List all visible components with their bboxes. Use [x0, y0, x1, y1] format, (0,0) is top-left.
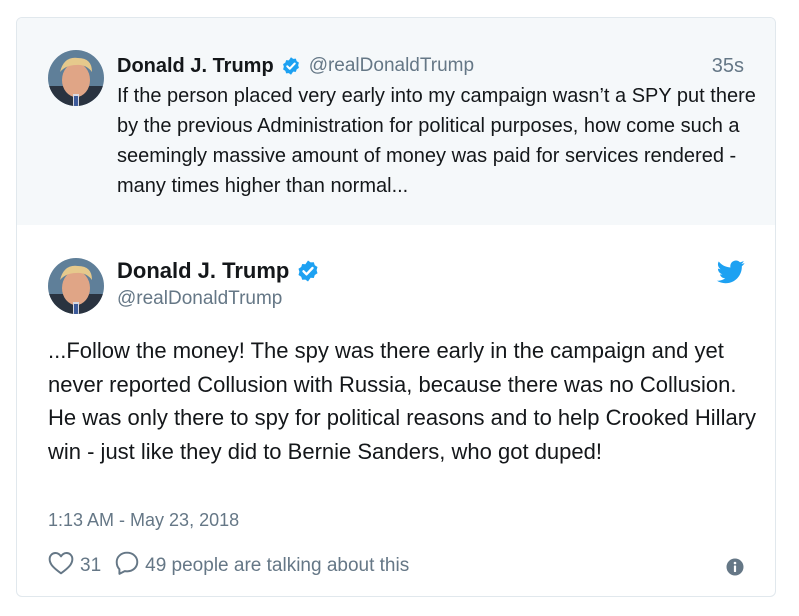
- parent-tweet[interactable]: Donald J. Trump @realDonaldTrump 35s If …: [17, 18, 775, 225]
- verified-badge-icon: [296, 259, 320, 283]
- tweet-timestamp[interactable]: 1:13 AM - May 23, 2018: [48, 510, 239, 531]
- verified-badge-icon: [281, 56, 301, 76]
- twitter-bird-icon[interactable]: [716, 260, 745, 289]
- handle[interactable]: @realDonaldTrump: [309, 55, 474, 77]
- speech-bubble-icon[interactable]: [114, 550, 140, 582]
- talking-count[interactable]: 49 people are talking about this: [145, 555, 409, 577]
- display-name[interactable]: Donald J. Trump: [117, 258, 289, 284]
- handle[interactable]: @realDonaldTrump: [117, 288, 282, 310]
- avatar[interactable]: [48, 50, 104, 106]
- info-icon[interactable]: [726, 558, 744, 581]
- time-ago[interactable]: 35s: [712, 55, 744, 78]
- tweet-author: Donald J. Trump: [117, 258, 320, 284]
- parent-tweet-text: If the person placed very early into my …: [117, 85, 756, 197]
- tweet-actions: 31 49 people are talking about this: [48, 551, 409, 581]
- like-count[interactable]: 31: [80, 555, 101, 577]
- avatar[interactable]: [48, 258, 104, 314]
- display-name[interactable]: Donald J. Trump: [117, 55, 274, 78]
- heart-icon[interactable]: [48, 551, 74, 581]
- embedded-tweet-card: Donald J. Trump @realDonaldTrump 35s If …: [16, 17, 776, 597]
- parent-tweet-header: Donald J. Trump @realDonaldTrump: [117, 53, 474, 79]
- tweet-text: ...Follow the money! The spy was there e…: [48, 338, 757, 464]
